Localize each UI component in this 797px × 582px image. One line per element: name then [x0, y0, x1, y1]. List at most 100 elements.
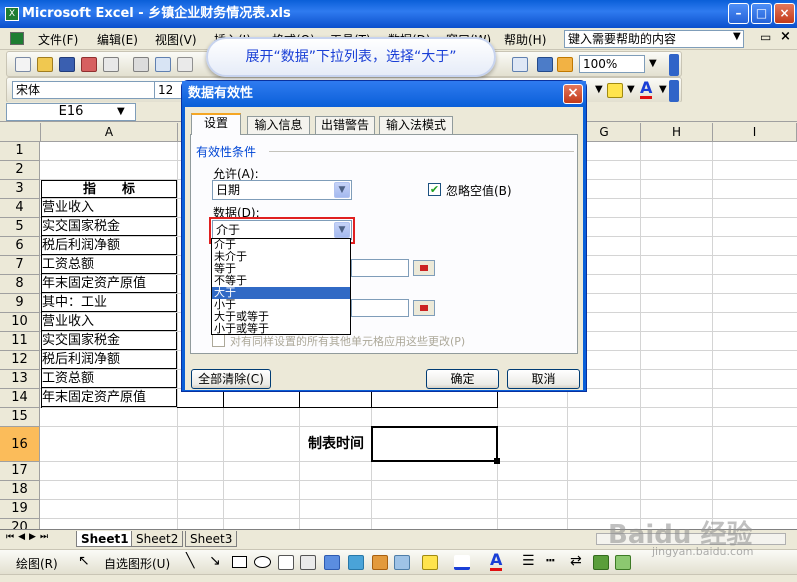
- cell-d16[interactable]: 制表时间: [300, 427, 372, 461]
- clear-all-button[interactable]: 全部清除(C): [191, 369, 271, 389]
- row-header[interactable]: 19: [0, 500, 40, 519]
- chevron-down-icon[interactable]: ▼: [733, 31, 741, 42]
- menu-help[interactable]: 帮助(H): [504, 31, 546, 48]
- autoshapes-button[interactable]: 自选图形(U): [104, 555, 170, 572]
- toolbar-options-icon[interactable]: [669, 80, 679, 102]
- chevron-down-icon[interactable]: ▼: [117, 106, 125, 117]
- cell-a3[interactable]: 指 标: [41, 180, 177, 198]
- arrow-style-icon[interactable]: ⇄: [570, 553, 582, 569]
- row-header[interactable]: 9: [0, 294, 40, 313]
- row-header[interactable]: 1: [0, 142, 40, 161]
- tab-scroll-arrows[interactable]: ⏮◀▶⏭: [6, 532, 52, 542]
- fill-handle[interactable]: [494, 458, 500, 464]
- tab-sheet1[interactable]: Sheet1: [76, 531, 134, 547]
- cell-a7[interactable]: 工资总额: [41, 256, 177, 274]
- data-select[interactable]: 介于 ▼: [212, 220, 352, 240]
- font-name-select[interactable]: 宋体: [12, 81, 162, 99]
- cell-e16-active[interactable]: [371, 426, 498, 462]
- cell-a11[interactable]: 实交国家税金: [41, 332, 177, 350]
- menu-view[interactable]: 视图(V): [155, 31, 197, 48]
- row-header-active[interactable]: 16: [0, 427, 40, 462]
- chevron-down-icon[interactable]: ▼: [595, 84, 603, 95]
- column-header[interactable]: I: [713, 123, 797, 142]
- workbook-icon[interactable]: [10, 32, 24, 45]
- permission-icon[interactable]: [81, 57, 97, 72]
- tab-ime-mode[interactable]: 输入法模式: [379, 116, 453, 134]
- maximum-input[interactable]: [351, 299, 409, 317]
- close-workbook-icon[interactable]: ×: [780, 29, 791, 44]
- picture-icon[interactable]: [394, 555, 410, 570]
- cell-a4[interactable]: 营业收入: [41, 199, 177, 217]
- save-icon[interactable]: [59, 57, 75, 72]
- data-options-list[interactable]: 介于 未介于 等于 不等于 大于 小于 大于或等于 小于或等于: [211, 238, 351, 335]
- fill-color-icon[interactable]: [422, 555, 438, 570]
- collapse-dialog-icon[interactable]: [413, 300, 435, 316]
- 3d-style-icon[interactable]: [615, 555, 631, 570]
- tab-input-message[interactable]: 输入信息: [247, 116, 310, 134]
- row-header[interactable]: 12: [0, 351, 40, 370]
- tab-settings[interactable]: 设置: [191, 113, 241, 135]
- chevron-down-icon[interactable]: ▼: [649, 58, 657, 69]
- diagram-icon[interactable]: [348, 555, 364, 570]
- shadow-style-icon[interactable]: [593, 555, 609, 570]
- chevron-down-icon[interactable]: ▼: [334, 222, 350, 238]
- zoom-select[interactable]: 100%: [579, 55, 645, 73]
- print-icon[interactable]: [133, 57, 149, 72]
- tab-error-alert[interactable]: 出错警告: [315, 116, 375, 134]
- cell-a12[interactable]: 税后利润净额: [41, 351, 177, 369]
- line-style-icon[interactable]: ☰: [522, 553, 535, 569]
- clip-art-icon[interactable]: [372, 555, 388, 570]
- wordart-icon[interactable]: [324, 555, 340, 570]
- select-all-corner[interactable]: [0, 123, 41, 142]
- row-header[interactable]: 13: [0, 370, 40, 389]
- cell-a5[interactable]: 实交国家税金: [41, 218, 177, 236]
- chevron-down-icon[interactable]: ▼: [627, 84, 635, 95]
- arrow-icon[interactable]: ↘: [209, 553, 221, 569]
- font-size-select[interactable]: 12: [154, 81, 184, 99]
- menu-edit[interactable]: 编辑(E): [97, 31, 138, 48]
- select-objects-icon[interactable]: ↖: [78, 553, 90, 569]
- row-header[interactable]: 4: [0, 199, 40, 218]
- textbox-icon[interactable]: [278, 555, 294, 570]
- row-header[interactable]: 2: [0, 161, 40, 180]
- draw-menu-button[interactable]: 绘图(R): [16, 555, 58, 572]
- font-color-icon[interactable]: A: [640, 80, 653, 99]
- cancel-button[interactable]: 取消: [507, 369, 580, 389]
- collapse-dialog-icon[interactable]: [413, 260, 435, 276]
- row-header[interactable]: 11: [0, 332, 40, 351]
- cell-a8[interactable]: 年末固定资产原值: [41, 275, 177, 293]
- row-header[interactable]: 14: [0, 389, 40, 408]
- row-header[interactable]: 10: [0, 313, 40, 332]
- restore-window-icon[interactable]: ▭: [760, 30, 771, 44]
- cell-a13[interactable]: 工资总额: [41, 370, 177, 388]
- research-icon[interactable]: [177, 57, 193, 72]
- ok-button[interactable]: 确定: [426, 369, 499, 389]
- menu-file[interactable]: 文件(F): [38, 31, 78, 48]
- tab-sheet3[interactable]: Sheet3: [185, 531, 238, 547]
- close-button[interactable]: ×: [774, 3, 795, 24]
- rectangle-icon[interactable]: [232, 556, 247, 568]
- toolbar-options-icon[interactable]: [669, 54, 679, 76]
- minimize-button[interactable]: –: [728, 3, 749, 24]
- apply-to-all-checkbox[interactable]: [212, 334, 225, 347]
- row-header[interactable]: 15: [0, 408, 40, 427]
- open-icon[interactable]: [37, 57, 53, 72]
- maximize-button[interactable]: □: [751, 3, 772, 24]
- help-search-input[interactable]: 键入需要帮助的内容: [564, 30, 744, 48]
- row-header[interactable]: 7: [0, 256, 40, 275]
- cell-a6[interactable]: 税后利润净额: [41, 237, 177, 255]
- row-header[interactable]: 17: [0, 462, 40, 481]
- line-color-icon[interactable]: [454, 555, 470, 570]
- sort-icon[interactable]: [512, 57, 528, 72]
- line-icon[interactable]: ╲: [186, 553, 194, 569]
- row-header[interactable]: 3: [0, 180, 40, 199]
- row-header[interactable]: 8: [0, 275, 40, 294]
- oval-icon[interactable]: [254, 556, 271, 568]
- tab-sheet2[interactable]: Sheet2: [131, 531, 184, 547]
- allow-select[interactable]: 日期 ▼: [212, 180, 352, 200]
- minimum-input[interactable]: [351, 259, 409, 277]
- column-header[interactable]: A: [41, 123, 178, 142]
- option-less-or-equal[interactable]: 小于或等于: [212, 323, 350, 335]
- cell-a10[interactable]: 营业收入: [41, 313, 177, 331]
- fill-color-icon[interactable]: [607, 83, 623, 98]
